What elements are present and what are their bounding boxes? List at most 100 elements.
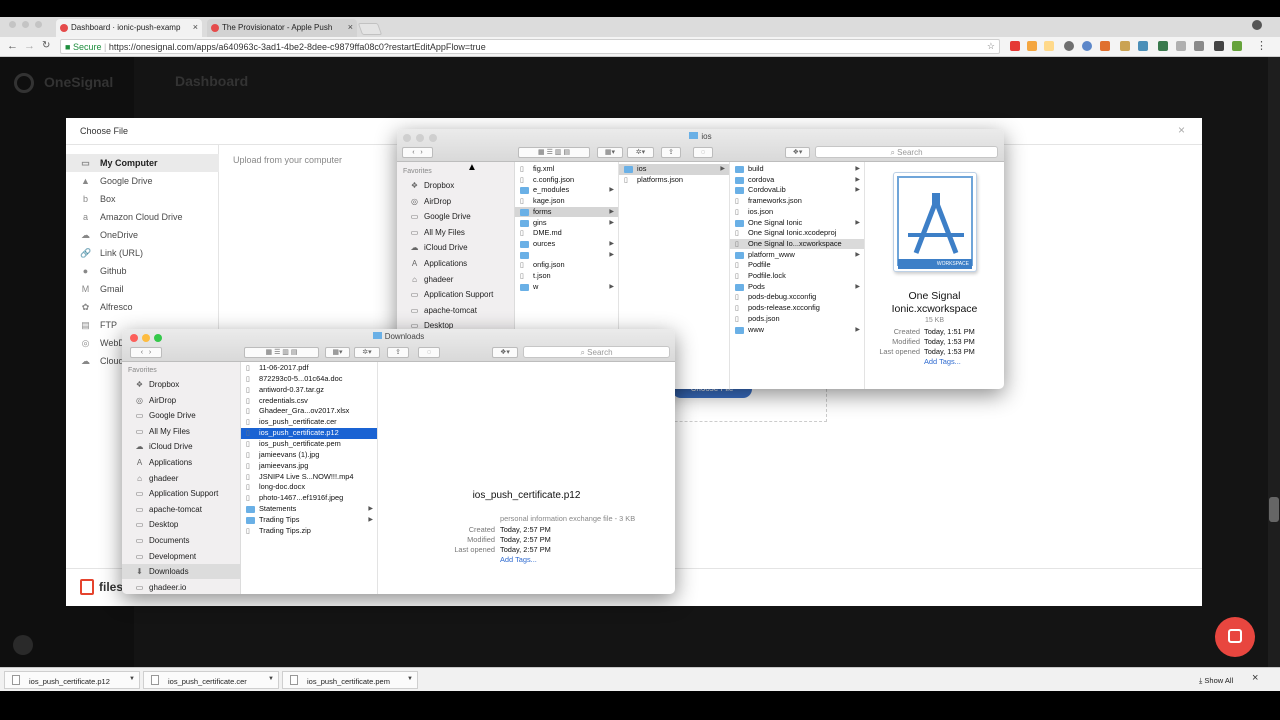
search-field[interactable]: ⌕ Search: [523, 346, 670, 358]
sidebar-item-applications[interactable]: A Applications: [122, 455, 240, 470]
forward-arrow-icon[interactable]: →: [24, 40, 35, 52]
arrange-button[interactable]: ▦▾: [597, 147, 623, 158]
download-item[interactable]: ios_push_certificate.cer ▼: [143, 671, 279, 689]
account-avatar[interactable]: [13, 635, 33, 655]
extension-icon[interactable]: [1176, 41, 1186, 51]
share-button[interactable]: ⇪: [387, 347, 409, 358]
sidebar-item-dropbox[interactable]: ❖ Dropbox: [397, 178, 514, 193]
file-source-box[interactable]: b Box: [66, 190, 219, 208]
sidebar-item-dropbox[interactable]: ❖ Dropbox: [122, 377, 240, 392]
page-scrollbar[interactable]: [1268, 57, 1280, 667]
window-close-light[interactable]: [9, 21, 16, 28]
file-item[interactable]: build ▶: [730, 164, 864, 175]
chevron-down-icon[interactable]: ▼: [129, 676, 135, 682]
tab-close-icon[interactable]: ×: [193, 22, 198, 32]
file-item[interactable]: ▶: [515, 250, 618, 261]
file-item[interactable]: CordovaLib ▶: [730, 185, 864, 196]
tags-button[interactable]: ◌: [693, 147, 713, 158]
file-item[interactable]: ▯ antiword-0.37.tar.gz: [241, 385, 377, 396]
sidebar-item-icloud-drive[interactable]: ☁ iCloud Drive: [122, 439, 240, 454]
extension-icon[interactable]: [1194, 41, 1204, 51]
sidebar-item-airdrop[interactable]: ◎ AirDrop: [397, 194, 514, 209]
add-tags-link[interactable]: Add Tags...: [924, 357, 961, 366]
browser-tab-dashboard[interactable]: Dashboard · ionic-push-examp ×: [56, 19, 202, 37]
chevron-down-icon[interactable]: ▼: [268, 676, 274, 682]
action-gear-button[interactable]: ✲▾: [627, 147, 654, 158]
sidebar-item-icloud-drive[interactable]: ☁ iCloud Drive: [397, 240, 514, 255]
dropbox-button[interactable]: ❖▾: [492, 347, 518, 358]
sidebar-item-all-my-files[interactable]: ▭ All My Files: [397, 225, 514, 240]
file-item[interactable]: ▯ Ghadeer_Gra...ov2017.xlsx: [241, 406, 377, 417]
file-item[interactable]: ▯ pods-release.xcconfig: [730, 303, 864, 314]
sidebar-item-google-drive[interactable]: ▭ Google Drive: [122, 408, 240, 423]
file-item[interactable]: w ▶: [515, 282, 618, 293]
download-item[interactable]: ios_push_certificate.p12 ▼: [4, 671, 140, 689]
browser-tab-provisionator[interactable]: The Provisionator - Apple Push ×: [207, 19, 357, 37]
view-mode-buttons[interactable]: ▦ ☰ ▥ ▤: [244, 347, 319, 358]
extension-icon[interactable]: [1214, 41, 1224, 51]
address-bar[interactable]: ■ Secure | https://onesignal.com/apps/a6…: [60, 39, 1000, 54]
file-source-onedrive[interactable]: ☁ OneDrive: [66, 226, 219, 244]
file-item[interactable]: ios ▶: [619, 164, 729, 175]
search-field[interactable]: ⌕ Search: [815, 146, 998, 158]
file-item[interactable]: Pods ▶: [730, 282, 864, 293]
file-source-link-url[interactable]: 🔗 Link (URL): [66, 244, 219, 262]
file-item[interactable]: gins ▶: [515, 218, 618, 229]
extension-icon[interactable]: [1082, 41, 1092, 51]
file-item[interactable]: ▯ ios.json: [730, 207, 864, 218]
profile-icon[interactable]: [1252, 20, 1262, 30]
extension-icon[interactable]: [1044, 41, 1054, 51]
file-item[interactable]: ▯ One Signal Io...xcworkspace: [730, 238, 864, 250]
file-item[interactable]: ▯ Podfile.lock: [730, 271, 864, 282]
file-item[interactable]: ▯ pods-debug.xcconfig: [730, 292, 864, 303]
file-item[interactable]: ▯ jamieevans.jpg: [241, 461, 377, 472]
share-button[interactable]: ⇪: [661, 147, 681, 158]
file-source-gmail[interactable]: M Gmail: [66, 280, 219, 298]
reload-icon[interactable]: ↻: [42, 40, 50, 51]
file-item[interactable]: www ▶: [730, 325, 864, 336]
file-item[interactable]: ▯ frameworks.json: [730, 196, 864, 207]
intercom-launcher[interactable]: [1215, 617, 1255, 657]
extension-icon[interactable]: [1138, 41, 1148, 51]
file-item[interactable]: ▯ onfig.json: [515, 260, 618, 271]
dropbox-button[interactable]: ❖▾: [785, 147, 810, 158]
file-item[interactable]: ources ▶: [515, 239, 618, 250]
downloads-close-icon[interactable]: ×: [1252, 672, 1258, 684]
menu-kebab-icon[interactable]: ⋮: [1256, 39, 1267, 52]
sidebar-item-google-drive[interactable]: ▭ Google Drive: [397, 209, 514, 224]
file-item[interactable]: ▯ photo-1467...ef1916f.jpeg: [241, 493, 377, 504]
file-item[interactable]: ▯ c.config.json: [515, 175, 618, 186]
file-item[interactable]: forms ▶: [515, 206, 618, 218]
back-forward-buttons[interactable]: ‹ ›: [402, 147, 433, 158]
file-item[interactable]: ▯ JSNIP4 Live S...NOW!!!.mp4: [241, 472, 377, 483]
tags-button[interactable]: ◌: [418, 347, 440, 358]
file-item[interactable]: ▯ Podfile: [730, 260, 864, 271]
sidebar-item-ghadeer-io[interactable]: ▭ ghadeer.io: [122, 580, 240, 594]
action-gear-button[interactable]: ✲▾: [354, 347, 380, 358]
sidebar-item-application-support[interactable]: ▭ Application Support: [122, 486, 240, 501]
file-item[interactable]: ▯ 11-06-2017.pdf: [241, 363, 377, 374]
file-item[interactable]: ▯ ios_push_certificate.cer: [241, 417, 377, 428]
file-item[interactable]: ▯ One Signal Ionic.xcodeproj: [730, 228, 864, 239]
add-tags-link[interactable]: Add Tags...: [500, 555, 537, 564]
sidebar-item-ghadeer[interactable]: ⌂ ghadeer: [397, 272, 514, 287]
arrange-button[interactable]: ▦▾: [325, 347, 350, 358]
file-source-alfresco[interactable]: ✿ Alfresco: [66, 298, 219, 316]
file-item[interactable]: ▯ t.json: [515, 271, 618, 282]
sidebar-item-apache-tomcat[interactable]: ▭ apache-tomcat: [397, 303, 514, 318]
file-item[interactable]: e_modules ▶: [515, 185, 618, 196]
file-item[interactable]: Trading Tips ▶: [241, 515, 377, 526]
file-item[interactable]: platform_www ▶: [730, 250, 864, 261]
back-arrow-icon[interactable]: ←: [7, 40, 18, 52]
extension-icon[interactable]: [1010, 41, 1020, 51]
file-item[interactable]: ▯ DME.md: [515, 228, 618, 239]
file-item[interactable]: Statements ▶: [241, 504, 377, 515]
sidebar-item-documents[interactable]: ▭ Documents: [122, 533, 240, 548]
extension-icon[interactable]: [1100, 41, 1110, 51]
window-zoom-light[interactable]: [35, 21, 42, 28]
extension-icon[interactable]: [1120, 41, 1130, 51]
file-item[interactable]: ▯ platforms.json: [619, 175, 729, 186]
modal-close-icon[interactable]: ×: [1178, 123, 1185, 137]
window-minimize-light[interactable]: [22, 21, 29, 28]
sidebar-item-desktop[interactable]: ▭ Desktop: [122, 517, 240, 532]
